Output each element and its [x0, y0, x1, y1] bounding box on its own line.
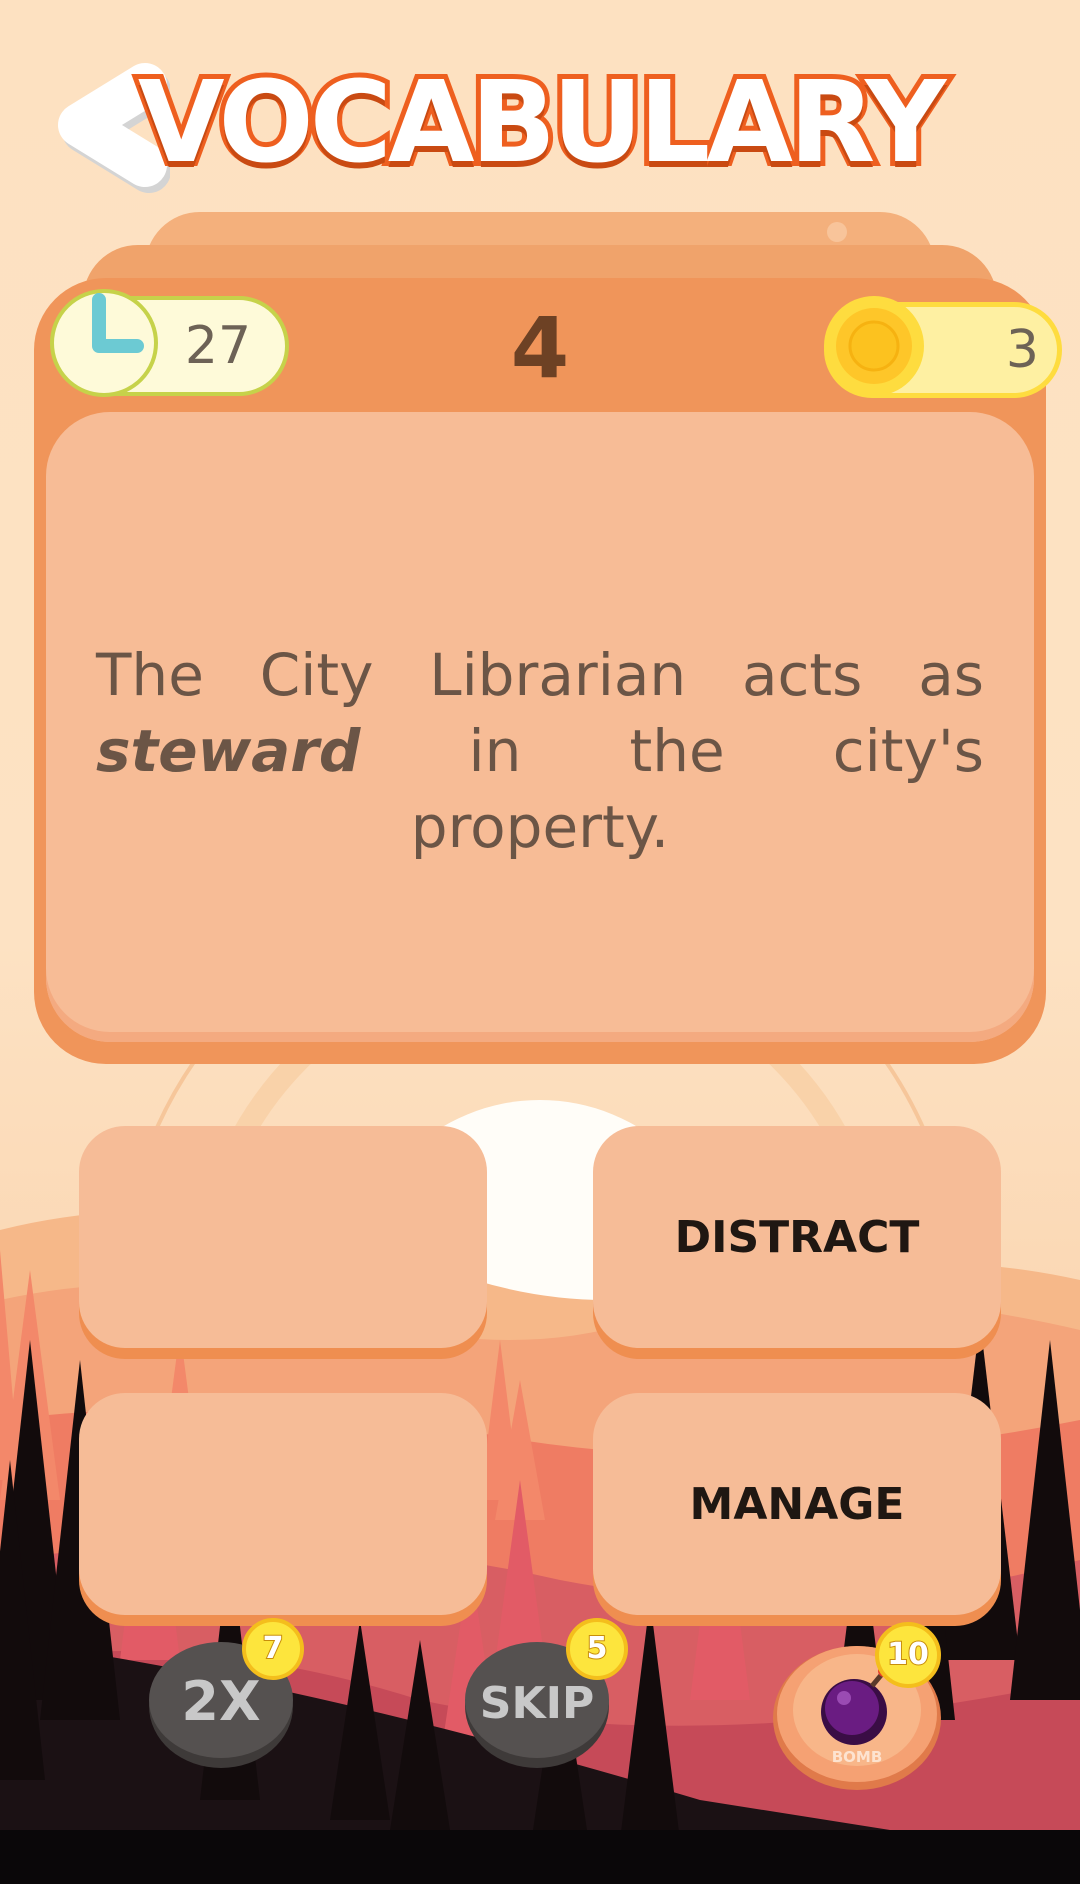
coins-value: 3 [1005, 320, 1039, 380]
question-text: The City Librarian acts as steward in th… [96, 637, 984, 865]
question-text-before: The City Librarian acts as [96, 641, 984, 709]
page-title: VOCABULARY [133, 53, 951, 193]
skip-cost-badge: 5 [566, 1618, 628, 1680]
question-card: 27 4 3 The City Librarian acts as stewar… [34, 278, 1062, 1064]
bomb-cost-badge: 10 [875, 1622, 941, 1688]
answer-option-4[interactable]: MANAGE [593, 1393, 1001, 1615]
double-points-label: 2X [181, 1670, 260, 1733]
timer-value: 27 [184, 316, 252, 376]
answer-option-3[interactable] [79, 1393, 487, 1615]
question-number: 4 [510, 299, 570, 397]
skip-button[interactable]: SKIP 5 [464, 1618, 628, 1770]
question-text-after: in the city's property. [410, 717, 984, 861]
answer-option-1[interactable] [79, 1126, 487, 1348]
bomb-button[interactable]: BOMB 10 [772, 1622, 942, 1790]
question-keyword: steward [96, 717, 361, 785]
clock-icon [50, 289, 158, 397]
answer-option-2[interactable]: DISTRACT [593, 1126, 1001, 1348]
question-panel: The City Librarian acts as steward in th… [46, 412, 1034, 1042]
skip-label: SKIP [480, 1678, 594, 1729]
bomb-label: BOMB [832, 1748, 883, 1766]
double-points-cost-badge: 7 [242, 1618, 304, 1680]
double-points-button[interactable]: 2X 7 [148, 1618, 304, 1770]
coin-icon [824, 296, 924, 396]
